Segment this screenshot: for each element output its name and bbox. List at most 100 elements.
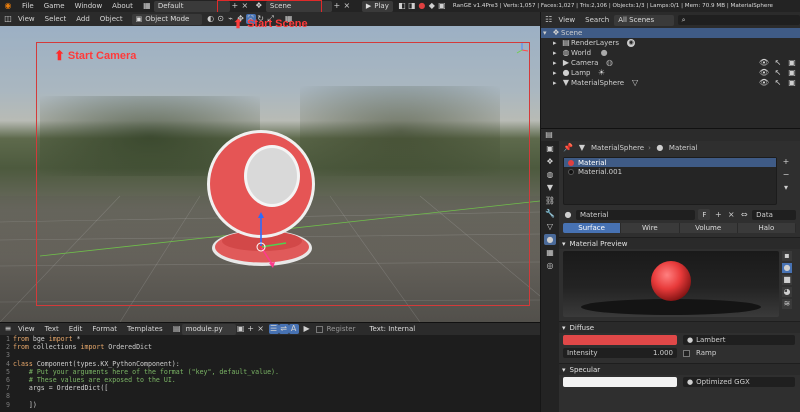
text-menu-view[interactable]: View — [13, 325, 40, 333]
material-name-field[interactable]: Material — [575, 209, 696, 220]
link-selector[interactable]: Data — [752, 209, 796, 220]
outliner-menu-search[interactable]: Search — [580, 16, 614, 24]
run-script-icon[interactable]: ▶ — [302, 324, 312, 334]
new-text-icon[interactable]: ▣ — [236, 324, 246, 334]
type-halo-button[interactable]: Halo — [737, 223, 796, 233]
preview-sphere-icon[interactable]: ● — [782, 263, 792, 273]
expand-icon[interactable]: ▸ — [553, 59, 561, 67]
record-icon[interactable]: ● — [417, 1, 427, 11]
expand-icon[interactable]: ▸ — [553, 79, 561, 87]
add-scene-icon[interactable]: + — [332, 1, 342, 11]
diffuse-panel-header[interactable]: ▾ Diffuse — [559, 321, 800, 333]
pin-icon[interactable]: 📌 — [563, 143, 573, 153]
editor-type-3d-icon[interactable]: ◫ — [3, 14, 13, 24]
play-button[interactable]: ▶ Play — [361, 0, 393, 12]
new-material-icon[interactable]: + — [713, 210, 723, 220]
tools-icon[interactable]: ▣ — [437, 1, 447, 11]
expand-icon[interactable]: ▸ — [553, 69, 561, 77]
list-item[interactable]: Material.001 — [564, 167, 776, 176]
viewport-menu-select[interactable]: Select — [40, 15, 72, 23]
tab-modifiers-icon[interactable]: 🔧 — [544, 208, 556, 219]
expand-icon[interactable]: ▸ — [553, 49, 561, 57]
tab-constraints-icon[interactable]: ⛓ — [544, 195, 556, 206]
tab-object-icon[interactable]: ▼ — [544, 182, 556, 193]
link-data-icon[interactable]: ⇔ — [739, 210, 749, 220]
tab-data-icon[interactable]: ▽ — [544, 221, 556, 232]
close-scene-icon[interactable]: × — [342, 1, 352, 11]
fake-user-button[interactable]: F — [698, 209, 711, 220]
add-text-icon[interactable]: + — [246, 324, 256, 334]
preview-cube-icon[interactable]: ■ — [782, 275, 792, 285]
diffuse-intensity-field[interactable]: Intensity 1.000 — [563, 348, 677, 358]
camera-render-icon[interactable]: ▣ — [787, 78, 797, 88]
add-slot-icon[interactable]: + — [781, 157, 791, 167]
keyframe-icon[interactable]: ◆ — [427, 1, 437, 11]
type-volume-button[interactable]: Volume — [679, 223, 738, 233]
cursor-icon[interactable]: ↖ — [773, 58, 783, 68]
mode-selector[interactable]: ▣ Object Mode — [131, 13, 202, 25]
viewport-3d[interactable]: ⬆ Start Camera — [0, 26, 540, 322]
slot-specials-icon[interactable]: ▾ — [781, 183, 791, 193]
preview-monkey-icon[interactable]: ◕ — [782, 287, 792, 297]
camera-render-icon[interactable]: ▣ — [787, 68, 797, 78]
eye-icon[interactable]: 👁 — [759, 68, 769, 78]
specular-panel-header[interactable]: ▾ Specular — [559, 363, 800, 375]
viewport-shading-icon[interactable]: ◐ — [206, 14, 216, 24]
diffuse-shader-selector[interactable]: ● Lambert — [683, 335, 795, 345]
specular-color-swatch[interactable] — [563, 377, 677, 387]
editor-type-outliner-icon[interactable]: ☷ — [544, 15, 554, 25]
text-datablock-icon[interactable]: ▤ — [172, 324, 182, 334]
list-item[interactable]: Material — [564, 158, 776, 167]
outliner-menu-view[interactable]: View — [554, 16, 581, 24]
outliner-filter-selector[interactable]: All Scenes — [614, 14, 674, 26]
register-checkbox[interactable] — [315, 325, 323, 333]
outliner-item-world[interactable]: ▸ ◍ World ● — [541, 48, 800, 58]
record-icon-1[interactable]: ◧ — [397, 1, 407, 11]
preview-hair-icon[interactable]: ≋ — [782, 299, 792, 309]
text-file-selector[interactable]: module.py — [181, 323, 236, 335]
tab-physics-icon[interactable]: ◎ — [544, 260, 556, 271]
remove-slot-icon[interactable]: − — [781, 170, 791, 180]
material-slot-list[interactable]: Material Material.001 — [563, 157, 777, 205]
text-menu-text[interactable]: Text — [40, 325, 64, 333]
record-icon-2[interactable]: ◨ — [407, 1, 417, 11]
material-browse-icon[interactable]: ● — [563, 210, 573, 220]
outliner-item-renderlayers[interactable]: ▸ ▤ RenderLayers ◉ — [541, 38, 800, 48]
camera-render-icon[interactable]: ▣ — [787, 58, 797, 68]
menu-about[interactable]: About — [107, 2, 138, 10]
expand-icon[interactable]: ▾ — [543, 29, 551, 37]
eye-icon[interactable]: 👁 — [759, 58, 769, 68]
tab-world-icon[interactable]: ◍ — [544, 169, 556, 180]
specular-shader-selector[interactable]: ● Optimized GGX — [683, 377, 795, 387]
outliner-body[interactable]: ▾ ❖ Scene ▸ ▤ RenderLayers ◉ ▸ ◍ World ●… — [541, 28, 800, 128]
text-menu-edit[interactable]: Edit — [64, 325, 88, 333]
editor-type-properties-icon[interactable]: ▤ — [544, 130, 554, 140]
menu-file[interactable]: File — [17, 2, 39, 10]
cursor-icon[interactable]: ↖ — [773, 68, 783, 78]
editor-type-text-icon[interactable]: ≡ — [3, 324, 13, 334]
expand-icon[interactable]: ▸ — [553, 39, 561, 47]
material-preview-panel-header[interactable]: ▾ Material Preview — [559, 237, 800, 249]
eye-icon[interactable]: 👁 — [759, 78, 769, 88]
type-surface-button[interactable]: Surface — [563, 223, 622, 233]
viewport-menu-view[interactable]: View — [13, 15, 40, 23]
text-editor-body[interactable]: 1 from bge import * 2 from collections imp… — [0, 335, 540, 412]
preview-flat-icon[interactable]: ▪ — [782, 251, 792, 261]
unlink-material-icon[interactable]: × — [726, 210, 736, 220]
blender-logo-icon[interactable]: ◉ — [3, 1, 13, 11]
text-menu-format[interactable]: Format — [87, 325, 122, 333]
outliner-search-input[interactable]: ⌕ — [677, 15, 800, 25]
close-text-icon[interactable]: × — [256, 324, 266, 334]
menu-window[interactable]: Window — [70, 2, 108, 10]
line-numbers-icon[interactable]: ☰ — [268, 324, 279, 334]
syntax-highlight-icon[interactable]: A — [288, 324, 299, 334]
ramp-checkbox[interactable] — [683, 349, 690, 357]
viewport-menu-add[interactable]: Add — [71, 15, 95, 23]
layout-icon[interactable]: ▦ — [142, 1, 152, 11]
outliner-item-camera[interactable]: ▸ ▶ Camera ◍ 👁 ↖ ▣ — [541, 58, 800, 68]
viewport-menu-object[interactable]: Object — [95, 15, 128, 23]
tab-material-icon[interactable]: ● — [544, 234, 556, 245]
tab-texture-icon[interactable]: ▦ — [544, 247, 556, 258]
text-menu-templates[interactable]: Templates — [122, 325, 168, 333]
outliner-item-materialsphere[interactable]: ▸ ▼ MaterialSphere ▽ 👁 ↖ ▣ — [541, 78, 800, 88]
